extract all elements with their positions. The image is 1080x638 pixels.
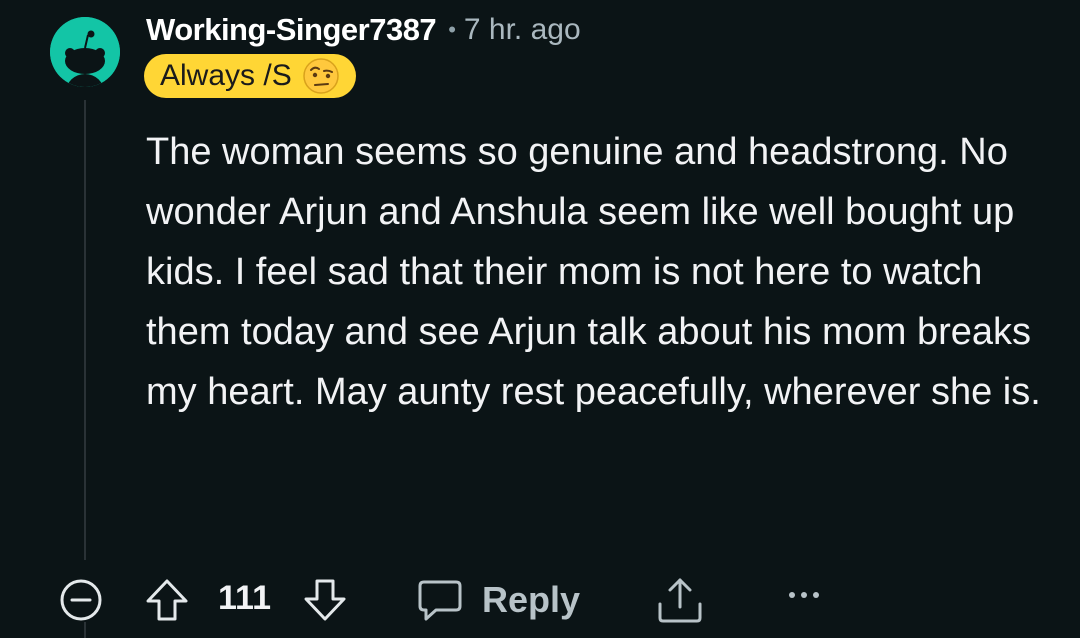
comment-body: The woman seems so genuine and headstron… bbox=[146, 131, 1041, 413]
minus-circle-icon bbox=[60, 579, 102, 621]
downvote-arrow-icon bbox=[304, 579, 346, 621]
upvote-arrow-icon bbox=[146, 579, 188, 621]
face-with-raised-eyebrow-icon bbox=[302, 57, 340, 95]
reply-button[interactable]: Reply bbox=[416, 576, 580, 624]
share-icon bbox=[658, 578, 702, 623]
comment-actions: 111 Reply bbox=[0, 570, 1080, 630]
collapse-button[interactable] bbox=[58, 577, 104, 623]
flair-text: Always /S bbox=[160, 59, 292, 92]
comment-meta: Working-Singer7387 • 7 hr. ago bbox=[146, 9, 581, 51]
chat-bubble-icon bbox=[418, 580, 462, 621]
share-button[interactable] bbox=[654, 574, 706, 626]
upvote-button[interactable] bbox=[144, 577, 190, 623]
more-options-icon bbox=[789, 592, 819, 598]
vote-score: 111 bbox=[218, 579, 271, 617]
thread-line[interactable] bbox=[84, 100, 86, 560]
more-options-button[interactable] bbox=[786, 588, 822, 602]
snoo-avatar-icon bbox=[50, 17, 120, 87]
timestamp: 7 hr. ago bbox=[463, 13, 581, 46]
user-flair: Always /S bbox=[144, 54, 356, 98]
avatar[interactable] bbox=[50, 17, 120, 87]
separator-dot: • bbox=[448, 17, 456, 42]
reply-label: Reply bbox=[482, 579, 581, 620]
username[interactable]: Working-Singer7387 bbox=[146, 12, 437, 48]
downvote-button[interactable] bbox=[302, 577, 348, 623]
